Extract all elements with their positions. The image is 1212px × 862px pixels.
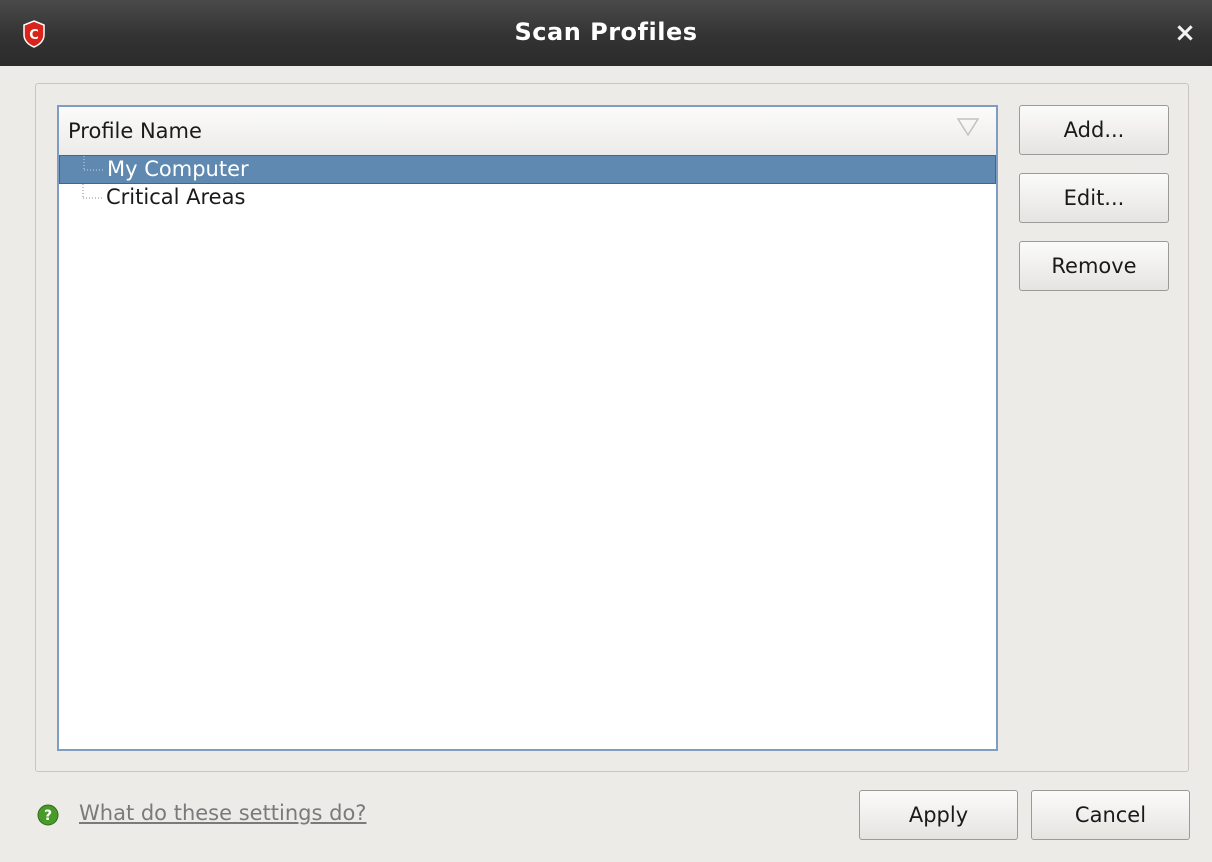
help-link[interactable]: What do these settings do? <box>79 801 366 825</box>
add-button[interactable]: Add... <box>1019 105 1169 155</box>
svg-text:?: ? <box>44 808 52 824</box>
close-icon[interactable]: × <box>1172 20 1198 46</box>
sort-triangle-icon[interactable] <box>956 117 980 137</box>
tree-item-my-computer[interactable]: My Computer <box>59 155 996 184</box>
cancel-button[interactable]: Cancel <box>1031 790 1190 840</box>
apply-button[interactable]: Apply <box>859 790 1018 840</box>
profiles-tree[interactable]: Profile Name My Computer Critical Areas <box>57 105 998 751</box>
column-header-profile-name[interactable]: Profile Name <box>59 107 996 156</box>
tree-item-label: Critical Areas <box>106 185 246 209</box>
window-title: Scan Profiles <box>514 18 698 46</box>
tree-branch-line <box>83 156 104 171</box>
title-bar: C Scan Profiles × <box>0 0 1212 66</box>
remove-button[interactable]: Remove <box>1019 241 1169 291</box>
column-header-label: Profile Name <box>68 119 202 143</box>
edit-button[interactable]: Edit... <box>1019 173 1169 223</box>
help-icon[interactable]: ? <box>37 804 59 826</box>
tree-item-label: My Computer <box>107 157 249 181</box>
tree-branch-line <box>82 184 103 199</box>
tree-item-critical-areas[interactable]: Critical Areas <box>59 184 996 213</box>
